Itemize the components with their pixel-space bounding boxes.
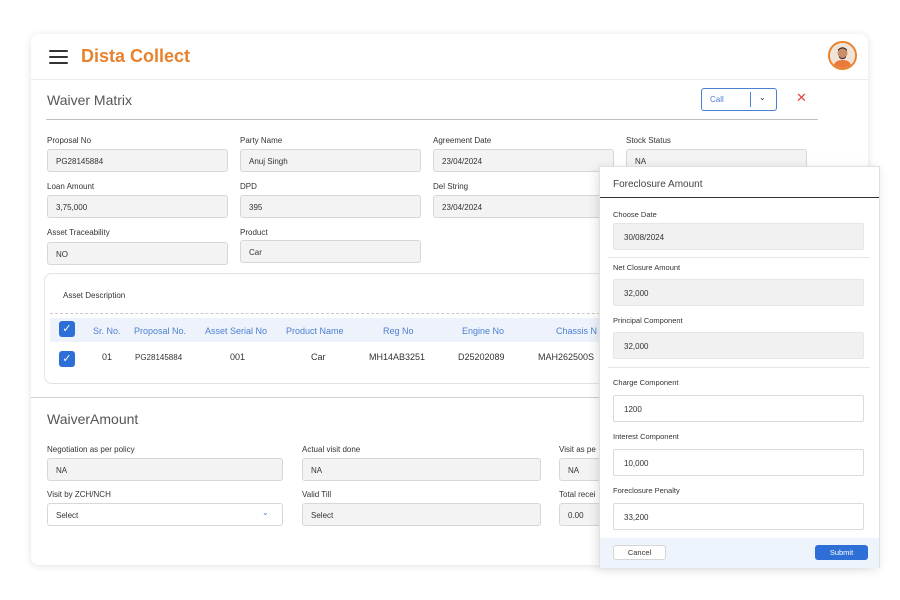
waiver-matrix-title: Waiver Matrix: [47, 92, 133, 108]
choose-date-field[interactable]: 30/08/2024: [613, 223, 864, 250]
valid-till-label: Valid Till: [302, 490, 332, 499]
asset-description-title: Asset Description: [63, 291, 126, 300]
cell-reg-no: MH14AB3251: [369, 352, 426, 362]
modal-divider: [608, 367, 870, 368]
principal-component-label: Principal Component: [613, 316, 683, 325]
party-name-field[interactable]: Anuj Singh: [240, 149, 421, 172]
del-string-label: Del String: [433, 182, 469, 191]
agreement-date-label: Agreement Date: [433, 136, 492, 145]
call-select-divider: [750, 92, 751, 107]
cell-engine-no: D25202089: [458, 352, 505, 362]
loan-amount-field[interactable]: 3,75,000: [47, 195, 228, 218]
column-header-reg-no: Reg No: [383, 326, 414, 336]
chevron-down-icon[interactable]: ⌄: [262, 508, 269, 517]
cell-asset-serial-no: 001: [230, 352, 246, 362]
user-avatar-icon: [830, 43, 855, 68]
del-string-field[interactable]: 23/04/2024: [433, 195, 614, 218]
row-checkbox[interactable]: ✓: [59, 351, 75, 367]
waiver-amount-title: WaiverAmount: [47, 411, 139, 427]
actual-visit-field[interactable]: NA: [302, 458, 541, 481]
call-select[interactable]: Call ⌄: [701, 88, 777, 111]
close-icon[interactable]: ✕: [796, 90, 807, 106]
total-received-label: Total recei: [559, 490, 596, 499]
product-field[interactable]: Car: [240, 240, 421, 263]
charge-component-field[interactable]: 1200: [613, 395, 864, 422]
proposal-no-field[interactable]: PG28145884: [47, 149, 228, 172]
interest-component-field[interactable]: 10,000: [613, 449, 864, 476]
app-brand: Dista Collect: [81, 46, 191, 66]
visit-as-per-label: Visit as pe: [559, 445, 596, 454]
cell-proposal-no: PG28145884: [135, 353, 183, 362]
asset-description-panel: Asset Description ✓ Sr. No. Proposal No.…: [44, 273, 645, 384]
column-header-asset-serial-no: Asset Serial No: [205, 326, 268, 336]
cell-product-name: Car: [311, 352, 326, 362]
menu-icon[interactable]: [49, 50, 68, 64]
foreclosure-modal: Foreclosure Amount Choose Date 30/08/202…: [599, 166, 880, 568]
valid-till-field[interactable]: Select: [302, 503, 541, 526]
asset-traceability-field[interactable]: NO: [47, 242, 228, 265]
proposal-no-label: Proposal No: [47, 136, 92, 145]
modal-footer: Cancel Submit: [600, 538, 879, 568]
visit-by-select[interactable]: Select: [47, 503, 283, 526]
cell-sr-no: 01: [102, 352, 113, 362]
column-header-sr-no: Sr. No.: [93, 326, 121, 336]
chevron-down-icon: ⌄: [759, 93, 766, 102]
foreclosure-penalty-label: Foreclosure Penalty: [613, 486, 680, 495]
submit-button[interactable]: Submit: [815, 545, 868, 560]
net-closure-amount-field[interactable]: 32,000: [613, 279, 864, 306]
charge-component-label: Charge Component: [613, 378, 679, 387]
interest-component-label: Interest Component: [613, 432, 679, 441]
modal-title-divider: [600, 197, 879, 198]
avatar[interactable]: [828, 41, 857, 70]
column-header-proposal-no: Proposal No.: [134, 326, 187, 336]
dpd-field[interactable]: 395: [240, 195, 421, 218]
principal-component-field[interactable]: 32,000: [613, 332, 864, 359]
visit-by-label: Visit by ZCH/NCH: [47, 490, 111, 499]
negotiation-label: Negotiation as per policy: [47, 445, 135, 454]
net-closure-amount-label: Net Closure Amount: [613, 263, 681, 272]
modal-divider: [608, 257, 870, 258]
foreclosure-penalty-field[interactable]: 33,200: [613, 503, 864, 530]
column-header-engine-no: Engine No: [462, 326, 505, 336]
asset-traceability-label: Asset Traceability: [47, 228, 110, 237]
cell-chassis-no: MAH262500S: [538, 352, 595, 362]
section-divider: [31, 397, 631, 398]
stock-status-label: Stock Status: [626, 136, 671, 145]
product-label: Product: [240, 228, 268, 237]
party-name-label: Party Name: [240, 136, 283, 145]
call-select-value: Call: [710, 95, 724, 104]
column-header-chassis-no: Chassis N: [556, 326, 598, 336]
actual-visit-label: Actual visit done: [302, 445, 361, 454]
top-bar: Dista Collect: [31, 34, 868, 80]
foreclosure-modal-title: Foreclosure Amount: [613, 179, 703, 190]
visit-by-select-value: Select: [56, 511, 79, 520]
dpd-label: DPD: [240, 182, 257, 191]
negotiation-field[interactable]: NA: [47, 458, 283, 481]
agreement-date-field[interactable]: 23/04/2024: [433, 149, 614, 172]
loan-amount-label: Loan Amount: [47, 182, 95, 191]
column-header-product-name: Product Name: [286, 326, 344, 336]
dashed-divider: [50, 313, 645, 314]
choose-date-label: Choose Date: [613, 210, 657, 219]
cancel-button[interactable]: Cancel: [613, 545, 666, 560]
select-all-checkbox[interactable]: ✓: [59, 321, 75, 337]
section-divider: [46, 119, 818, 120]
